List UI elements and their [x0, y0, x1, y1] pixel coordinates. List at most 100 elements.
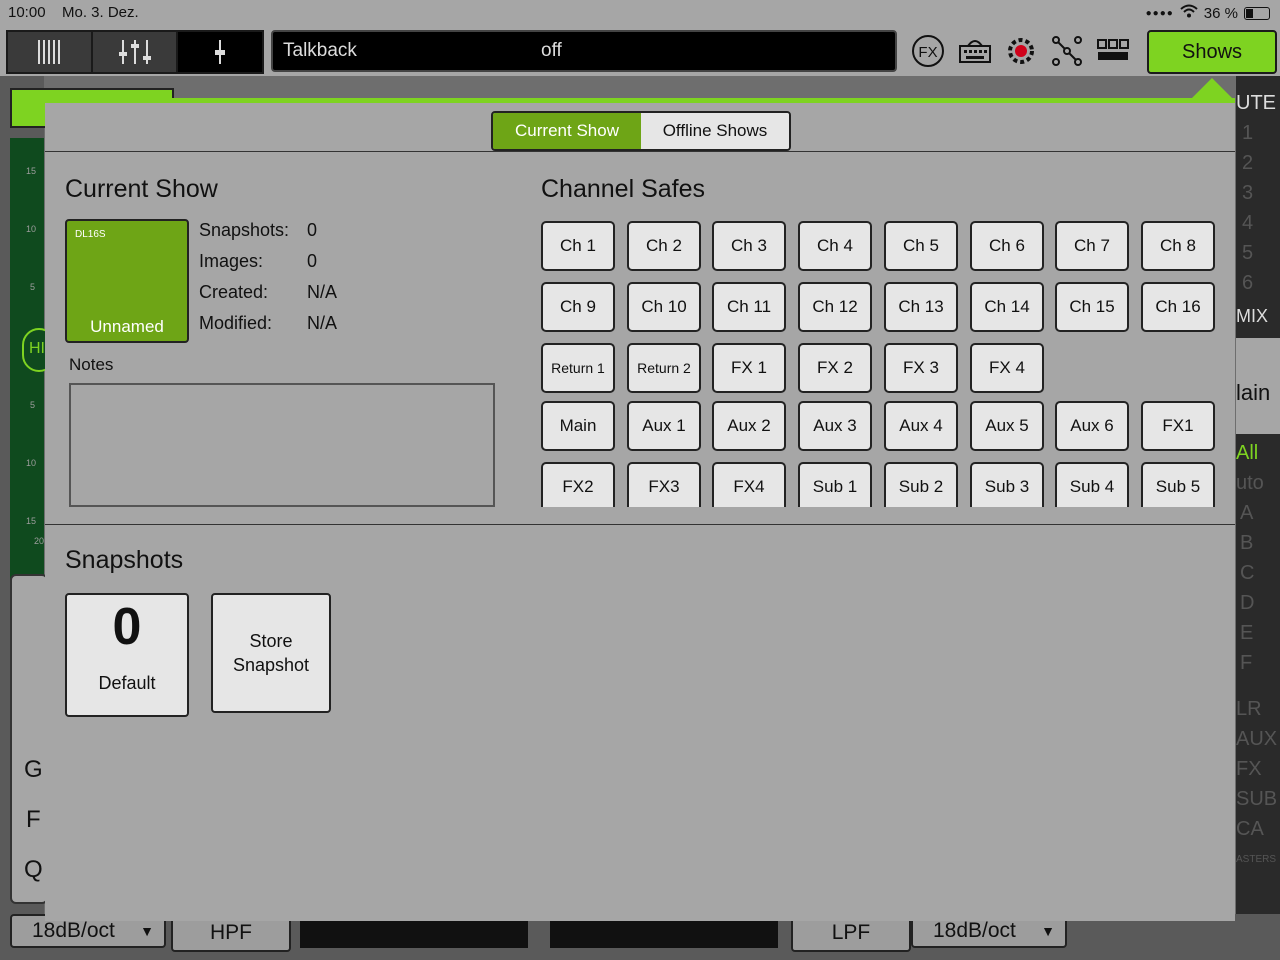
- bg-label: 5: [1242, 242, 1254, 264]
- channel-safe-button[interactable]: Main: [541, 401, 615, 451]
- bg-label: 1: [1242, 122, 1254, 144]
- created-value: N/A: [307, 282, 338, 302]
- bg-label: C: [1240, 562, 1255, 584]
- channel-safe-button[interactable]: Ch 11: [712, 282, 786, 332]
- current-show-heading: Current Show: [65, 175, 218, 203]
- bg-label: HI: [29, 340, 45, 357]
- channel-safe-button[interactable]: Ch 3: [712, 221, 786, 271]
- channel-safe-button[interactable]: Ch 9: [541, 282, 615, 332]
- bg-label: 15: [26, 166, 37, 176]
- background-left-strip: 15 10 5 HI 5 10 15 20 G F Q: [0, 76, 174, 960]
- channel-safe-button[interactable]: Ch 5: [884, 221, 958, 271]
- channel-safe-button[interactable]: FX2: [541, 462, 615, 507]
- bg-label: CA: [1236, 818, 1264, 840]
- bg-label: G: [24, 756, 43, 783]
- snapshots-label: Snapshots:: [199, 220, 290, 240]
- created-label: Created:: [199, 282, 269, 302]
- bg-label: F: [1240, 652, 1253, 674]
- hpf-slope-value: 18dB/oct: [32, 919, 115, 942]
- show-thumbnail[interactable]: DL16S Unnamed: [65, 219, 189, 343]
- channel-safe-button[interactable]: Sub 4: [1055, 462, 1129, 507]
- channel-safes-grid: Ch 1 Ch 2 Ch 3 Ch 4 Ch 5 Ch 6 Ch 7 Ch 8 Ch 9 Ch 1…: [541, 221, 1221, 507]
- battery-icon: [1244, 6, 1270, 20]
- channel-safe-button[interactable]: Sub 3: [970, 462, 1044, 507]
- bg-label: B: [1240, 532, 1254, 554]
- chevron-down-icon: ▼: [1041, 923, 1055, 939]
- shows-button[interactable]: Shows: [1147, 30, 1277, 74]
- mixer-icon: [38, 40, 60, 64]
- channel-safe-button[interactable]: Ch 12: [798, 282, 872, 332]
- show-name: Unnamed: [90, 317, 164, 336]
- lpf-slope-value: 18dB/oct: [933, 919, 1016, 942]
- channel-safe-button[interactable]: Ch 6: [970, 221, 1044, 271]
- bg-label: 15: [26, 516, 37, 526]
- images-value: 0: [307, 251, 318, 271]
- signal-icon: ●●●●: [1145, 7, 1174, 19]
- bg-label: uto: [1236, 472, 1264, 494]
- routing-icon[interactable]: [1050, 34, 1084, 68]
- channel-safe-button[interactable]: Aux 4: [884, 401, 958, 451]
- bg-label: 10: [26, 224, 37, 234]
- channel-safe-button[interactable]: Return 2: [627, 343, 701, 393]
- channel-safe-button[interactable]: Ch 1: [541, 221, 615, 271]
- channel-safe-button[interactable]: Aux 5: [970, 401, 1044, 451]
- channel-safe-button[interactable]: Sub 1: [798, 462, 872, 507]
- channel-safe-button[interactable]: Return 1: [541, 343, 615, 393]
- bg-label: 3: [1242, 182, 1254, 204]
- bg-label: 5: [30, 282, 36, 292]
- channel-safe-button[interactable]: Ch 8: [1141, 221, 1215, 271]
- view-single-button[interactable]: [176, 30, 264, 74]
- bg-label: 4: [1242, 212, 1254, 234]
- channel-safe-button[interactable]: Ch 4: [798, 221, 872, 271]
- show-tabs: Current Show Offline Shows: [491, 111, 791, 151]
- view-channel-button[interactable]: [91, 30, 179, 74]
- chevron-down-icon: ▼: [140, 923, 154, 939]
- faders-icon: [119, 40, 151, 64]
- channel-safe-button[interactable]: Aux 1: [627, 401, 701, 451]
- settings-record-icon[interactable]: [1004, 34, 1038, 68]
- channel-safe-button[interactable]: Ch 10: [627, 282, 701, 332]
- bg-label: F: [26, 806, 41, 833]
- tab-offline-shows[interactable]: Offline Shows: [641, 113, 789, 149]
- channel-safe-button[interactable]: Ch 15: [1055, 282, 1129, 332]
- bg-label: UTE: [1236, 92, 1276, 114]
- status-date: Mo. 3. Dez.: [62, 4, 139, 21]
- keyboard-icon[interactable]: [958, 34, 992, 68]
- channel-safe-button[interactable]: Sub 2: [884, 462, 958, 507]
- snapshot-default[interactable]: 0 Default: [65, 593, 189, 717]
- channel-safe-button[interactable]: Aux 2: [712, 401, 786, 451]
- grid-icon[interactable]: [1096, 34, 1130, 68]
- divider: [45, 151, 1235, 152]
- channel-safe-button[interactable]: Aux 6: [1055, 401, 1129, 451]
- channel-safe-button[interactable]: FX1: [1141, 401, 1215, 451]
- bg-label: A: [1240, 502, 1254, 524]
- modified-label: Modified:: [199, 313, 273, 333]
- channel-safe-button[interactable]: FX 2: [798, 343, 872, 393]
- store-snapshot-button[interactable]: Store Snapshot: [211, 593, 331, 713]
- popover-arrow: [1190, 78, 1234, 100]
- fader-icon: [215, 40, 225, 64]
- channel-safe-button[interactable]: Ch 14: [970, 282, 1044, 332]
- channel-safe-button[interactable]: FX 4: [970, 343, 1044, 393]
- bg-label: ASTERS: [1236, 854, 1277, 865]
- status-right: ●●●● 36 %: [1146, 4, 1270, 22]
- channel-safe-button[interactable]: Ch 13: [884, 282, 958, 332]
- modified-value: N/A: [307, 313, 338, 333]
- channel-safe-button[interactable]: FX4: [712, 462, 786, 507]
- channel-safe-button[interactable]: FX3: [627, 462, 701, 507]
- channel-safe-button[interactable]: Ch 2: [627, 221, 701, 271]
- tab-current-show[interactable]: Current Show: [493, 113, 641, 149]
- channel-safe-button[interactable]: FX 1: [712, 343, 786, 393]
- view-mixer-button[interactable]: [6, 30, 94, 74]
- notes-field[interactable]: [69, 383, 495, 507]
- channel-safe-button[interactable]: Ch 7: [1055, 221, 1129, 271]
- snapshot-number: 0: [112, 598, 142, 656]
- bg-label: 6: [1242, 272, 1254, 294]
- talkback-bar[interactable]: Talkback off: [271, 30, 897, 72]
- channel-safe-button[interactable]: Aux 3: [798, 401, 872, 451]
- channel-safe-button[interactable]: Sub 5: [1141, 462, 1215, 507]
- bg-label: 2: [1242, 152, 1254, 174]
- channel-safe-button[interactable]: FX 3: [884, 343, 958, 393]
- channel-safe-button[interactable]: Ch 16: [1141, 282, 1215, 332]
- fx-icon[interactable]: FX: [911, 34, 945, 68]
